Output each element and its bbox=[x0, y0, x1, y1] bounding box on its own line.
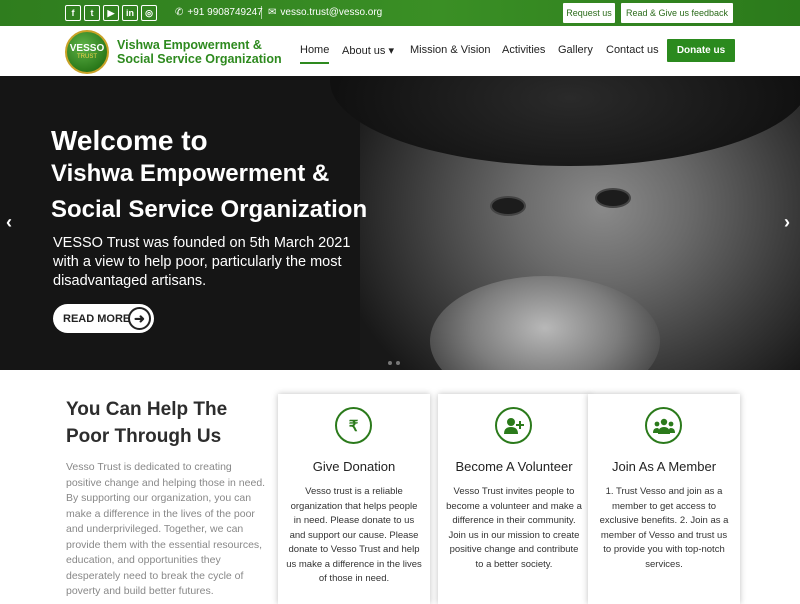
slider-dot[interactable] bbox=[388, 361, 392, 365]
hero-title-line-2: Vishwa Empowerment & bbox=[51, 160, 330, 187]
logo-subtext: TRUST bbox=[77, 53, 97, 60]
read-more-label: READ MORE bbox=[63, 312, 131, 325]
top-bar: f t ▶ in ◎ ✆ +91 9908749247 ✉ vesso.trus… bbox=[0, 0, 800, 26]
logo-text: VESSO bbox=[69, 42, 105, 54]
help-heading-line-2: Poor Through Us bbox=[66, 426, 222, 447]
hero-text-line-3: disadvantaged artisans. bbox=[53, 273, 207, 289]
card-text: Vesso Trust invites people to become a v… bbox=[446, 486, 582, 570]
phone-number: +91 9908749247 bbox=[187, 7, 263, 18]
slider-next-chevron-icon[interactable]: › bbox=[784, 212, 790, 233]
help-heading: You Can Help The Poor Through Us bbox=[66, 396, 227, 450]
social-links: f t ▶ in ◎ bbox=[65, 5, 157, 21]
help-description: Vesso Trust is dedicated to creating pos… bbox=[66, 461, 266, 597]
nav-contact-us[interactable]: Contact us bbox=[606, 44, 659, 56]
mail-icon: ✉ bbox=[268, 7, 277, 18]
nav-about-us[interactable]: About us ▾ bbox=[342, 44, 394, 57]
hero-slider: Welcome to Vishwa Empowerment & Social S… bbox=[0, 76, 800, 370]
card-text: 1. Trust Vesso and join as a member to g… bbox=[599, 486, 729, 570]
hero-title-line-1: Welcome to bbox=[51, 125, 208, 156]
twitter-icon[interactable]: t bbox=[84, 5, 100, 21]
site-header: VESSO TRUST Vishwa Empowerment & Social … bbox=[0, 26, 800, 76]
help-heading-line-1: You Can Help The bbox=[66, 399, 228, 420]
email-contact[interactable]: ✉ vesso.trust@vesso.org bbox=[268, 7, 382, 18]
card-title: Become A Volunteer bbox=[455, 459, 573, 474]
nav-activities[interactable]: Activities bbox=[502, 44, 545, 56]
add-user-svg bbox=[503, 417, 524, 434]
org-name-line-1: Vishwa Empowerment & bbox=[117, 38, 262, 52]
nav-home[interactable]: Home bbox=[300, 44, 330, 64]
slider-dots bbox=[388, 361, 400, 365]
group-svg bbox=[652, 418, 675, 434]
card-become-volunteer[interactable]: Become A Volunteer Vesso Trust invites p… bbox=[438, 394, 590, 604]
card-join-member[interactable]: Join As A Member 1. Trust Vesso and join… bbox=[588, 394, 740, 604]
hero-text-line-1: VESSO Trust was founded on 5th March 202… bbox=[53, 235, 351, 251]
org-name-line-2: Social Service Organization bbox=[117, 52, 282, 66]
linkedin-icon[interactable]: in bbox=[122, 5, 138, 21]
hero-image-eye bbox=[595, 188, 631, 208]
donate-button[interactable]: Donate us bbox=[667, 39, 735, 62]
nav-mission-vision[interactable]: Mission & Vision bbox=[410, 44, 491, 56]
hero-title-line-3: Social Service Organization bbox=[51, 196, 368, 223]
rupee-icon: ₹ bbox=[335, 407, 372, 444]
hero-image-eye bbox=[490, 196, 526, 216]
feedback-button[interactable]: Read & Give us feedback bbox=[621, 3, 733, 23]
phone-icon: ✆ bbox=[175, 7, 184, 18]
email-address: vesso.trust@vesso.org bbox=[280, 7, 383, 18]
facebook-icon[interactable]: f bbox=[65, 5, 81, 21]
youtube-icon[interactable]: ▶ bbox=[103, 5, 119, 21]
add-user-icon bbox=[495, 407, 532, 444]
organization-name[interactable]: Vishwa Empowerment & Social Service Orga… bbox=[117, 38, 282, 66]
hero-text-line-2: with a view to help poor, particularly t… bbox=[53, 254, 342, 270]
arrow-right-icon: ➜ bbox=[128, 307, 151, 330]
group-icon bbox=[645, 407, 682, 444]
vesso-logo[interactable]: VESSO TRUST bbox=[65, 30, 109, 74]
nav-gallery[interactable]: Gallery bbox=[558, 44, 593, 56]
divider bbox=[261, 6, 262, 19]
slider-prev-chevron-icon[interactable]: ‹ bbox=[6, 212, 12, 233]
slider-dot[interactable] bbox=[396, 361, 400, 365]
card-text: Vesso trust is a reliable organization t… bbox=[286, 486, 422, 584]
card-give-donation[interactable]: ₹ Give Donation Vesso trust is a reliabl… bbox=[278, 394, 430, 604]
phone-contact[interactable]: ✆ +91 9908749247 bbox=[175, 7, 263, 18]
request-button[interactable]: Request us bbox=[563, 3, 615, 23]
read-more-button[interactable]: READ MORE ➜ bbox=[53, 304, 154, 333]
card-title: Join As A Member bbox=[611, 459, 717, 474]
instagram-icon[interactable]: ◎ bbox=[141, 5, 157, 21]
card-title: Give Donation bbox=[312, 459, 396, 474]
